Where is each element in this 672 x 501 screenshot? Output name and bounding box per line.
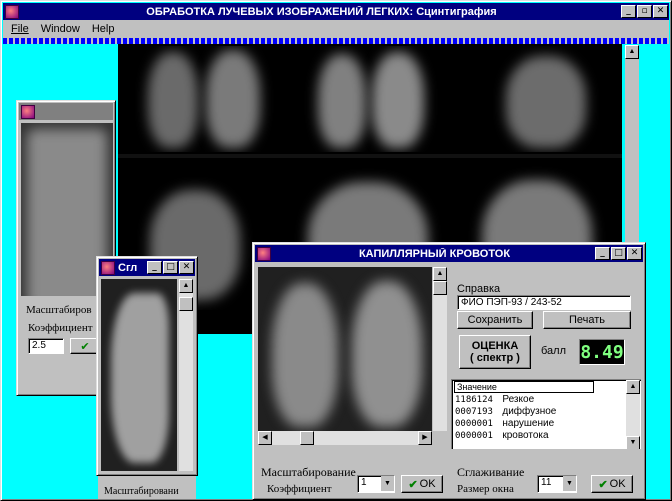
check-icon: ✔ bbox=[408, 478, 418, 491]
scale-label: Масштабирование bbox=[261, 465, 356, 479]
save-button[interactable]: Сохранить bbox=[457, 311, 533, 329]
left-coef-label: Коэффициент bbox=[28, 322, 93, 334]
maximize-icon[interactable]: □ bbox=[611, 247, 626, 260]
list-item[interactable]: 1186124 Резкое bbox=[455, 394, 534, 405]
capillary-window: КАПИЛЛЯРНЫЙ КРОВОТОК _ □ ✕ ▲ ◀ ▶ Справка… bbox=[252, 242, 646, 500]
result-list-header: Значение bbox=[454, 381, 594, 393]
chevron-down-icon[interactable]: ▼ bbox=[381, 476, 394, 491]
check-icon: ✔ bbox=[80, 340, 90, 353]
main-titlebar[interactable]: ОБРАБОТКА ЛУЧЕВЫХ ИЗОБРАЖЕНИЙ ЛЕГКИХ: Сц… bbox=[3, 3, 669, 20]
list-item[interactable]: 0007193 диффузное bbox=[455, 406, 556, 417]
scint-image-2[interactable] bbox=[288, 46, 452, 152]
window-icon[interactable] bbox=[21, 104, 35, 119]
reference-label: Справка bbox=[457, 283, 501, 295]
smoothing-image[interactable] bbox=[101, 279, 177, 471]
scroll-up-icon[interactable]: ▲ bbox=[626, 380, 640, 394]
left-window-titlebar[interactable] bbox=[19, 103, 113, 120]
evaluate-button[interactable]: ОЦЕНКА ( спектр ) bbox=[459, 335, 531, 369]
minimize-icon[interactable]: _ bbox=[147, 261, 162, 274]
result-list[interactable]: Значение 1186124 Резкое 0007193 диффузно… bbox=[451, 379, 641, 449]
window-size-label: Размер окна bbox=[457, 483, 514, 495]
scroll-thumb[interactable] bbox=[300, 431, 314, 445]
list-item[interactable]: 0000001 нарушение bbox=[455, 418, 554, 429]
minimize-icon[interactable]: _ bbox=[621, 5, 636, 18]
scroll-thumb[interactable] bbox=[179, 297, 193, 311]
evaluate-sublabel: ( спектр ) bbox=[470, 352, 520, 364]
menu-bar: File Window Help bbox=[3, 20, 669, 38]
restore-icon[interactable]: ▫ bbox=[637, 5, 652, 18]
menu-window[interactable]: Window bbox=[41, 23, 80, 35]
window-icon[interactable] bbox=[257, 246, 271, 261]
minimize-icon[interactable]: _ bbox=[595, 247, 610, 260]
scroll-right-icon[interactable]: ▶ bbox=[418, 431, 432, 445]
list-item[interactable]: 0000001 кровотока bbox=[455, 430, 549, 441]
window-size-ok-button[interactable]: ✔ OK bbox=[591, 475, 633, 493]
chevron-down-icon[interactable]: ▼ bbox=[563, 476, 576, 491]
maximize-icon[interactable]: □ bbox=[163, 261, 178, 274]
menu-file[interactable]: File bbox=[11, 23, 29, 35]
capillary-image-vscrollbar[interactable]: ▲ bbox=[433, 267, 447, 431]
coef-ok-button[interactable]: ✔ OK bbox=[401, 475, 443, 493]
smoothing-title: Сгл bbox=[118, 261, 138, 274]
list-header-label: Значение bbox=[457, 382, 497, 392]
grid-divider bbox=[118, 154, 622, 158]
close-icon[interactable]: ✕ bbox=[653, 5, 668, 18]
close-icon[interactable]: ✕ bbox=[179, 261, 194, 274]
scint-image-1[interactable] bbox=[120, 46, 284, 152]
smoothing-window: Сгл _ □ ✕ ▲ bbox=[96, 256, 198, 476]
close-icon[interactable]: ✕ bbox=[627, 247, 642, 260]
window-size-select[interactable]: 11 ▼ bbox=[537, 475, 577, 493]
smoothing-vscrollbar[interactable]: ▲ bbox=[179, 279, 193, 471]
score-display: 8.49 bbox=[579, 339, 625, 365]
main-title: ОБРАБОТКА ЛУЧЕВЫХ ИЗОБРАЖЕНИЙ ЛЕГКИХ: Сц… bbox=[146, 5, 497, 18]
smoothing-label: Сглаживание bbox=[457, 465, 525, 479]
menu-help[interactable]: Help bbox=[92, 23, 115, 35]
capillary-image-hscrollbar[interactable]: ◀ ▶ bbox=[258, 431, 432, 445]
smoothing-bottom-panel: Масштабировани bbox=[98, 476, 196, 499]
capillary-titlebar[interactable]: КАПИЛЛЯРНЫЙ КРОВОТОК _ □ ✕ bbox=[255, 245, 643, 262]
smoothing-scale-label: Масштабировани bbox=[104, 486, 179, 497]
scroll-up-icon[interactable]: ▲ bbox=[433, 267, 447, 281]
left-coef-field[interactable]: 2.5 bbox=[28, 338, 64, 354]
app-icon[interactable] bbox=[5, 4, 19, 19]
score-label: балл bbox=[541, 345, 567, 357]
left-scale-label: Масштабиров bbox=[26, 304, 92, 316]
check-icon: ✔ bbox=[598, 478, 608, 491]
scroll-down-icon[interactable]: ▼ bbox=[626, 436, 640, 449]
coef-label: Коэффициент bbox=[267, 483, 332, 495]
coef-select[interactable]: 1 ▼ bbox=[357, 475, 395, 493]
result-list-vscrollbar[interactable]: ▲ ▼ bbox=[626, 380, 640, 449]
scroll-up-icon[interactable]: ▲ bbox=[625, 45, 639, 59]
scroll-up-icon[interactable]: ▲ bbox=[179, 279, 193, 293]
capillary-title: КАПИЛЛЯРНЫЙ КРОВОТОК bbox=[358, 247, 511, 260]
scint-image-3[interactable] bbox=[456, 46, 620, 152]
window-icon[interactable] bbox=[101, 260, 115, 275]
evaluate-label: ОЦЕНКА bbox=[471, 340, 519, 352]
reference-field[interactable]: ФИО ПЭП-93 / 243-52 bbox=[457, 295, 631, 310]
print-button[interactable]: Печать bbox=[543, 311, 631, 329]
scroll-left-icon[interactable]: ◀ bbox=[258, 431, 272, 445]
scroll-thumb[interactable] bbox=[433, 281, 447, 295]
smoothing-titlebar[interactable]: Сгл _ □ ✕ bbox=[99, 259, 195, 276]
capillary-lung-image[interactable] bbox=[258, 267, 432, 431]
